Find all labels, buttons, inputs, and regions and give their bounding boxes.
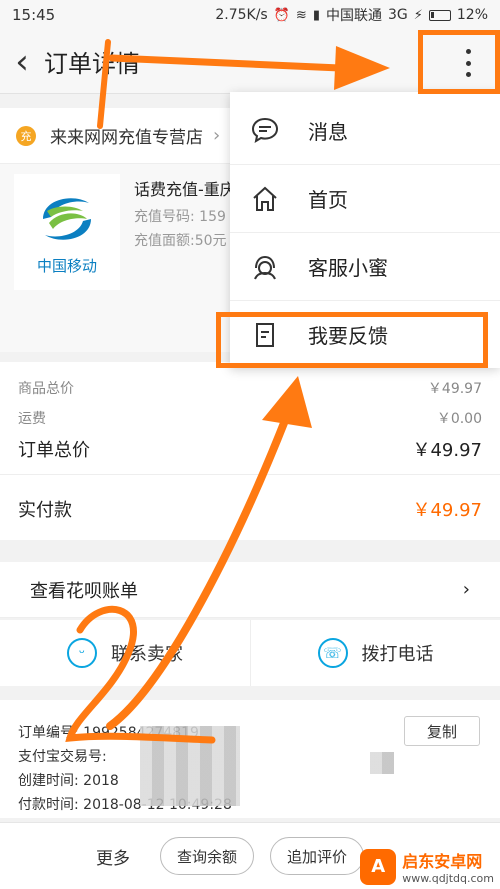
annotation-overlay	[65, 39, 390, 744]
watermark-logo-icon: A	[360, 848, 397, 885]
watermark: A 启东安卓网 www.qdjtdq.com	[360, 848, 494, 885]
watermark-cn: 启东安卓网	[402, 852, 483, 871]
watermark-en: www.qdjtdq.com	[402, 872, 494, 885]
